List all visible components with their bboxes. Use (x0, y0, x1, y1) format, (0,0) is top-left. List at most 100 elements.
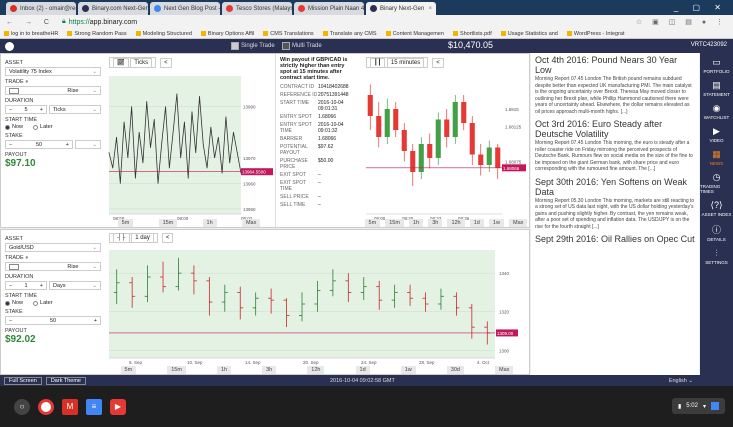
start-now-radio[interactable]: Now (5, 300, 23, 306)
plus-icon[interactable]: + (66, 142, 69, 148)
timeframe-button[interactable]: 1h (202, 219, 217, 227)
timeframe-button[interactable]: 1h (216, 366, 232, 374)
duration-stepper[interactable]: − 1 + (5, 281, 47, 290)
ohlc-chart[interactable]: 1300 1320 1340 1309.00 6. Sep 10. Sep 14. Sep 2… (105, 230, 529, 376)
asset-select[interactable]: Volatility 75 Index ⌄ (5, 67, 101, 76)
contract-value: – (318, 202, 321, 208)
browser-tab[interactable]: Binary Next-Gen × (366, 2, 436, 15)
nav-item-news[interactable]: ▦ NEWS (700, 149, 733, 166)
timeframe-button[interactable]: 1d (355, 366, 370, 374)
timeframe-button[interactable]: 15m (385, 219, 404, 227)
bookmark-item[interactable]: Translate any CMS (322, 31, 377, 37)
url-field[interactable]: https://app.binary.com (69, 19, 137, 26)
bookmark-item[interactable]: Content Managemen (385, 31, 444, 37)
timeframe-button[interactable]: 1h (409, 219, 424, 227)
browser-tab[interactable]: Binary.com Next-Gen× (78, 2, 148, 15)
single-trade-button[interactable]: Single Trade (231, 41, 275, 51)
timeframe-button[interactable]: 12h (447, 219, 465, 227)
browser-tab[interactable]: Inbox (2) - omair@regen× (6, 2, 76, 15)
bookmark-item[interactable]: CMS Translations (263, 31, 314, 37)
timeframe-button[interactable]: 5m (364, 219, 381, 227)
timeframe-button[interactable]: 3h (428, 219, 443, 227)
timeframe-button[interactable]: 1d (469, 219, 484, 227)
nav-buttons[interactable]: ← → C (6, 19, 54, 26)
timeframe-button[interactable]: 3h (262, 366, 277, 374)
timeframe-button[interactable]: Max (241, 219, 261, 227)
timeframe-button[interactable]: Max (495, 366, 514, 374)
news-title[interactable]: Oct 4th 2016: Pound Nears 30 Year Low (535, 55, 695, 75)
timeframe-button[interactable]: 5m (120, 366, 137, 374)
bookmark-item[interactable]: WordPress - Integrat (566, 31, 625, 37)
nav-item-settings[interactable]: ⫶ SETTINGS (700, 248, 733, 265)
candlestick-chart[interactable]: 1.680751.681251.68151.6806608:0008:3008:… (362, 54, 530, 229)
minus-icon[interactable]: − (9, 318, 12, 324)
plus-icon[interactable]: + (94, 318, 97, 324)
news-item[interactable]: Oct 4th 2016: Pound Nears 30 Year Low Mor… (535, 55, 695, 115)
window-controls[interactable]: _ ▢ ✕ (668, 3, 733, 12)
timeframe-button[interactable]: Max (509, 219, 528, 227)
asset-select[interactable]: Gold/USD ⌄ (5, 243, 101, 252)
chrome-icon[interactable] (38, 398, 54, 415)
timeframe-button[interactable]: 1w (400, 366, 416, 374)
nav-item-asset-index[interactable]: ⟨?⟩ ASSET INDEX (700, 200, 733, 217)
system-tray[interactable]: ▮ 5:02 ▾ (671, 398, 725, 414)
duration-stepper[interactable]: − 5 + (5, 105, 47, 114)
stake-stepper[interactable]: − 50 + (5, 316, 101, 325)
trade-type-select[interactable]: Rise ⌄ (5, 86, 101, 95)
bookmark-item[interactable]: Binary Options Affil (200, 31, 254, 37)
timeframe-button[interactable]: 15m (158, 219, 178, 227)
bookmark-item[interactable]: Shortlists.pdf (452, 31, 492, 37)
multi-trade-button[interactable]: Multi Trade (282, 41, 322, 51)
account-id[interactable]: VRTC423092 (691, 42, 727, 48)
timeframe-button[interactable]: 5m (117, 219, 134, 227)
bookmark-item[interactable]: log in to breatheHR (4, 31, 58, 37)
trade-type-select[interactable]: Rise ⌄ (5, 262, 101, 271)
nav-item-details[interactable]: ⓘ DETAILS (700, 223, 733, 242)
start-now-radio[interactable]: Now (5, 124, 23, 130)
binary-logo-icon[interactable] (5, 41, 14, 51)
minus-icon[interactable]: − (9, 142, 12, 148)
timeframe-button[interactable]: 30d (446, 366, 464, 374)
browser-tab[interactable]: Next Gen Blog Post - Go× (150, 2, 220, 15)
browser-tab[interactable]: Tesco Stores (Malaysia)× (222, 2, 292, 15)
start-later-radio[interactable]: Later (33, 300, 53, 306)
fullscreen-button[interactable]: Full Screen (4, 376, 42, 385)
tick-chart[interactable]: 1395013960139701399013964.550008:5809:00… (105, 54, 273, 229)
extension-icons[interactable]: ☆ ▣ ◫ ▤ ● ⋮ (636, 18, 727, 26)
duration-unit-select[interactable]: Days ⌄ (49, 281, 101, 290)
news-item[interactable]: Oct 3rd 2016: Euro Steady after Deutsche… (535, 119, 695, 173)
stake-stepper[interactable]: − 50 + (5, 140, 73, 149)
launcher-icon[interactable]: ○ (14, 398, 30, 415)
browser-tab[interactable]: Mission Plain Naan 4× (294, 2, 364, 15)
timeframe-button[interactable]: 1w (488, 219, 504, 227)
bookmark-item[interactable]: Strong Random Pass (67, 31, 127, 37)
chevron-down-icon: ⌄ (92, 68, 97, 75)
gmail-icon[interactable]: M (62, 398, 78, 415)
news-item[interactable]: Sept 30th 2016: Yen Softens on Weak Data… (535, 177, 695, 231)
nav-item-trading-times[interactable]: ◷ TRADING TIMES (700, 172, 733, 194)
close-tab-icon[interactable]: × (426, 6, 432, 12)
nav-item-watchlist[interactable]: ◉ WATCHLIST (700, 103, 733, 120)
stake-type-select[interactable]: ⌄ (75, 140, 101, 149)
minus-icon[interactable]: − (9, 107, 12, 113)
minus-icon[interactable]: − (9, 283, 12, 289)
nav-item-video[interactable]: ▶ VIDEO (700, 126, 733, 143)
bookmark-item[interactable]: Modeling Structured (135, 31, 192, 37)
language-select[interactable]: English ⌄ (669, 378, 693, 384)
duration-unit-select[interactable]: Ticks ⌄ (49, 105, 101, 114)
timeframe-button[interactable]: 15m (167, 366, 186, 374)
start-later-radio[interactable]: Later (33, 124, 53, 130)
theme-button[interactable]: Dark Theme (45, 376, 86, 385)
youtube-icon[interactable]: ▶ (110, 398, 126, 415)
news-title[interactable]: Oct 3rd 2016: Euro Steady after Deutsche… (535, 119, 695, 139)
bookmark-item[interactable]: Usage Statistics and (500, 31, 558, 37)
plus-icon[interactable]: + (40, 283, 43, 289)
nav-item-portfolio[interactable]: ▭ PORTFOLIO (700, 57, 733, 74)
news-title[interactable]: Sept 30th 2016: Yen Softens on Weak Data (535, 177, 695, 197)
nav-item-statement[interactable]: ▤ STATEMENT (700, 80, 733, 97)
news-title[interactable]: Sept 29th 2016: Oil Rallies on Opec Cut (535, 234, 695, 244)
timeframe-button[interactable]: 12h (307, 366, 325, 374)
news-item[interactable]: Sept 29th 2016: Oil Rallies on Opec Cut (535, 234, 695, 244)
docs-icon[interactable]: ≡ (86, 398, 102, 415)
plus-icon[interactable]: + (40, 107, 43, 113)
